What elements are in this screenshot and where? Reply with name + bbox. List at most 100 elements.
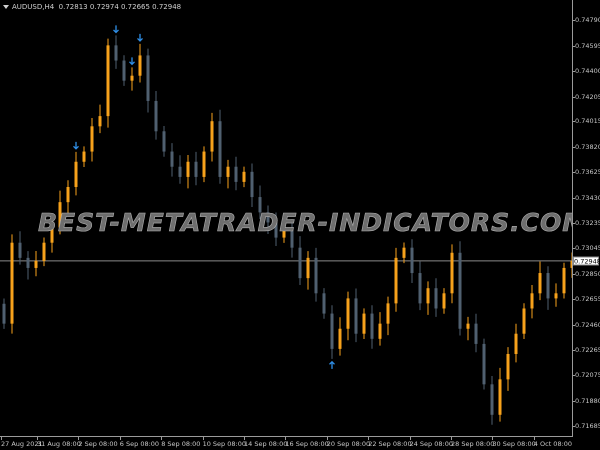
price-tick-label: 0.73045 [572,244,600,253]
price-tick-label: 0.73235 [572,219,600,228]
price-tick-label: 0.74790 [572,16,600,24]
bear-candle [482,343,486,385]
bear-candle [170,151,174,167]
bear-candle [114,45,118,61]
time-tick-label: 24 Sep 08:00 [409,437,453,448]
bull-candle [498,379,502,415]
bear-candle [458,252,462,329]
bull-candle [82,151,86,162]
bear-candle [146,55,150,101]
bull-candle [98,116,102,127]
bear-candle [178,166,182,177]
chart-window[interactable]: AUDUSD,H4 0.72813 0.72974 0.72665 0.7294… [0,0,600,450]
bear-candle [314,257,318,294]
bear-candle [370,313,374,339]
buy-arrow-icon [329,360,335,369]
bear-candle [18,242,22,258]
bull-candle [90,126,94,152]
bear-candle [322,293,326,314]
symbol-label: AUDUSD,H4 [12,3,55,11]
bull-candle [226,166,230,177]
bear-candle [546,273,550,299]
price-tick-label: 0.74595 [572,41,600,50]
sell-arrow-icon [73,141,79,150]
price-tick-label: 0.74400 [572,67,600,75]
bull-candle [338,328,342,349]
price-tick-label: 0.73820 [572,142,600,151]
bull-candle [522,308,526,334]
bear-candle [298,247,302,279]
bull-candle [426,288,430,304]
bull-candle [466,323,470,329]
bear-candle [330,313,334,349]
bull-candle [554,293,558,299]
bull-candle [138,55,142,76]
price-tick-label: 0.72075 [572,371,600,380]
bull-candle [530,293,534,309]
bull-candle [130,75,134,81]
ohlc-values: 0.72813 0.72974 0.72665 0.72948 [58,3,182,11]
bull-candle [210,121,214,152]
bull-candle [394,257,398,304]
price-tick-label: 0.72460 [572,320,600,329]
bear-candle [234,166,238,182]
bull-candle [186,161,190,177]
bull-candle [34,260,38,268]
price-chart-area[interactable]: AUDUSD,H4 0.72813 0.72974 0.72665 0.7294… [0,0,573,437]
watermark-text: BEST-METATRADER-INDICATORS.COM [38,208,573,238]
sell-arrow-icon [113,25,119,34]
bull-candle [74,161,78,187]
time-axis[interactable]: 27 Aug 2021 31 Aug 08:00 2 Sep 08:00 6 Sep … [0,437,573,450]
time-tick-label: 14 Sep 08:00 [244,437,288,448]
bear-candle [194,161,198,177]
time-tick-label: 31 Aug 08:00 [37,437,81,448]
bull-candle [514,333,518,354]
bear-candle [154,100,158,132]
price-axis[interactable]: 0.74790 0.74595 0.74400 0.74205 0.74015 0.738… [572,0,600,450]
price-tick-label: 0.73625 [572,168,600,177]
bear-candle [122,60,126,81]
bull-candle [10,242,14,324]
bear-candle [218,121,222,177]
price-tick-label: 0.71880 [572,396,600,405]
bull-candle [42,242,46,261]
bull-candle [506,353,510,380]
dropdown-triangle-icon[interactable] [3,5,9,9]
time-tick-label: 28 Sep 08:00 [451,437,495,448]
bear-candle [250,171,254,198]
price-tick-label: 0.72655 [572,295,600,304]
bull-candle [562,267,566,294]
time-tick-label: 20 Sep 08:00 [326,437,371,448]
bear-candle [410,247,414,274]
price-tick-label: 0.74205 [572,92,600,101]
bull-candle [202,151,206,177]
bear-candle [474,323,478,344]
time-tick-label: 2 Sep 08:00 [78,437,118,448]
bear-candle [490,384,494,415]
bull-candle [386,303,390,324]
time-tick-label: 10 Sep 08:00 [202,437,246,448]
time-tick-label: 8 Sep 08:00 [161,437,201,448]
chart-header: AUDUSD,H4 0.72813 0.72974 0.72665 0.7294… [3,3,181,11]
price-tick-label: 0.71685 [572,422,600,431]
bull-candle [242,171,246,182]
bull-candle [378,323,382,339]
bull-candle [402,247,406,258]
time-tick-label: 4 Oct 08:00 [533,437,573,448]
bear-candle [2,303,6,324]
time-tick-label: 16 Sep 08:00 [285,437,329,448]
bull-candle [538,273,542,294]
price-tick-label: 0.74015 [572,117,600,126]
bear-candle [354,298,358,334]
price-tick-label: 0.72265 [572,346,600,355]
bull-candle [346,298,350,329]
time-tick-label: 30 Sep 08:00 [492,437,536,448]
price-tick-label: 0.72850 [572,269,600,278]
bull-candle [306,257,310,279]
current-price-label: 0.72948 [573,256,600,266]
time-tick-label: 22 Sep 08:00 [368,437,412,448]
bull-candle [450,252,454,294]
sell-arrow-icon [129,57,135,66]
bull-candle [66,186,70,203]
bull-candle [442,293,446,309]
